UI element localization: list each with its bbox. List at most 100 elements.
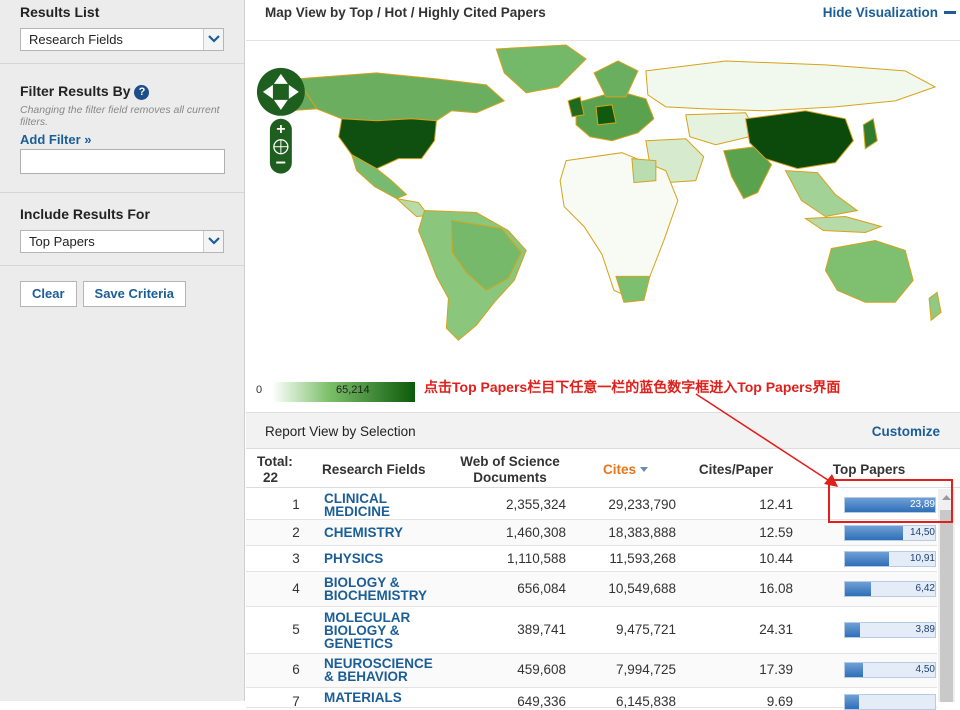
svg-text:+: + <box>276 121 285 138</box>
row-cites-per-paper: 16.08 <box>759 581 793 596</box>
table-row: 4 BIOLOGY & BIOCHEMISTRY 656,084 10,549,… <box>246 572 937 607</box>
map-region-japan <box>862 117 878 150</box>
top-papers-bar[interactable]: 6,42 <box>844 581 936 597</box>
filter-section: Filter Results By? Changing the filter f… <box>0 64 244 193</box>
table-row: 7 MATERIALS 649,336 6,145,838 9.69 <box>246 688 937 710</box>
include-title: Include Results For <box>20 206 150 222</box>
field-header[interactable]: Research Fields <box>322 462 442 478</box>
docs-header[interactable]: Web of Science Documents <box>450 454 570 486</box>
cites-header-label: Cites <box>602 462 636 477</box>
filter-note: Changing the filter field removes all cu… <box>20 103 220 128</box>
results-list-section: Results List Research Fields <box>0 0 244 64</box>
row-field-link[interactable]: CHEMISTRY <box>324 526 444 540</box>
filter-title: Filter Results By? <box>20 83 224 100</box>
sidebar: Results List Research Fields Filter Resu… <box>0 0 245 701</box>
map-region-egypt <box>631 158 657 184</box>
filter-title-text: Filter Results By <box>20 83 131 99</box>
chevron-down-icon <box>203 29 223 50</box>
row-field-link[interactable]: PHYSICS <box>324 552 444 566</box>
world-map[interactable]: + − <box>246 40 960 410</box>
row-rank: 4 <box>292 581 300 596</box>
row-docs: 649,336 <box>517 694 566 709</box>
row-cites: 6,145,838 <box>615 694 676 709</box>
row-cites-per-paper: 12.41 <box>759 497 793 512</box>
total-label: Total: <box>257 454 293 469</box>
include-select[interactable]: Top Papers <box>20 230 224 253</box>
help-icon[interactable]: ? <box>134 84 150 100</box>
cites-header[interactable]: Cites <box>596 462 656 478</box>
sort-desc-icon <box>640 467 648 472</box>
report-section: Report View by Selection Customize Total… <box>246 412 960 710</box>
row-rank: 7 <box>292 694 300 709</box>
row-cites-per-paper: 9.69 <box>766 694 793 709</box>
row-docs: 1,110,588 <box>506 551 566 566</box>
map-region-uk <box>567 96 585 118</box>
row-cites: 29,233,790 <box>608 497 676 512</box>
map-header: Map View by Top / Hot / Highly Cited Pap… <box>246 0 960 40</box>
map-title: Map View by Top / Hot / Highly Cited Pap… <box>265 5 546 20</box>
annotation-arrow <box>695 393 838 487</box>
map-region-canada <box>295 72 506 122</box>
row-cites-per-paper: 10.44 <box>759 551 793 566</box>
row-cites: 7,994,725 <box>615 662 676 677</box>
row-cites-per-paper: 24.31 <box>759 622 793 637</box>
row-docs: 1,460,308 <box>505 525 566 540</box>
hide-visualization-link[interactable]: Hide Visualization <box>823 5 938 20</box>
top-papers-bar[interactable]: 3,89 <box>844 622 936 638</box>
row-cites-per-paper: 17.39 <box>759 662 793 677</box>
main-panel: Map View by Top / Hot / Highly Cited Pap… <box>246 0 960 710</box>
top-papers-bar[interactable] <box>844 694 936 710</box>
row-field-link[interactable]: NEUROSCIENCE & BEHAVIOR <box>324 657 444 684</box>
row-docs: 459,608 <box>517 662 566 677</box>
row-rank: 3 <box>292 551 300 566</box>
minus-icon[interactable] <box>944 11 956 14</box>
map-zoom-control: + − <box>269 118 292 174</box>
map-legend: 0 65,214 <box>256 382 415 402</box>
row-cites: 9,475,721 <box>615 622 676 637</box>
row-docs: 389,741 <box>517 622 566 637</box>
map-region-new-zealand <box>928 291 942 322</box>
row-cites-per-paper: 12.59 <box>759 525 793 540</box>
top-papers-value: 10,91 <box>909 553 935 564</box>
top-papers-bar[interactable]: 4,50 <box>844 662 936 678</box>
top-papers-bar-fill <box>845 623 861 637</box>
map-region-greenland <box>495 44 587 94</box>
row-field-link[interactable]: MOLECULAR BIOLOGY & GENETICS <box>324 611 444 651</box>
report-header: Report View by Selection Customize <box>246 413 960 449</box>
legend-max-label: 65,214 <box>336 384 370 396</box>
row-rank: 6 <box>292 662 300 677</box>
map-region-south-africa <box>615 275 651 303</box>
filter-input[interactable] <box>20 148 225 174</box>
row-docs: 2,355,324 <box>505 497 566 512</box>
top-papers-value: 4,50 <box>915 664 935 675</box>
results-list-select[interactable]: Research Fields <box>20 28 224 51</box>
include-section: Include Results For Top Papers <box>0 193 244 266</box>
results-list-title: Results List <box>20 4 100 20</box>
map-region-indonesia <box>803 216 883 233</box>
scroll-thumb[interactable] <box>940 510 953 702</box>
top-papers-bar-fill <box>845 582 872 596</box>
map-region-southeast-asia <box>784 170 859 218</box>
top-papers-bar[interactable]: 14,50 <box>844 525 936 541</box>
row-cites: 11,593,268 <box>609 551 676 566</box>
top-papers-value: 6,42 <box>915 583 935 594</box>
top-papers-bar-fill <box>845 552 890 566</box>
report-title: Report View by Selection <box>265 424 416 439</box>
row-rank: 1 <box>292 497 300 512</box>
table-row: 3 PHYSICS 1,110,588 11,593,268 10.44 10,… <box>246 546 937 572</box>
customize-link[interactable]: Customize <box>872 424 940 439</box>
add-filter-link[interactable]: Add Filter » <box>20 132 224 147</box>
map-region-scandinavia <box>593 60 639 98</box>
row-rank: 5 <box>292 622 300 637</box>
table-row: 2 CHEMISTRY 1,460,308 18,383,888 12.59 1… <box>246 520 937 546</box>
row-field-link[interactable]: MATERIALS <box>324 691 444 705</box>
save-criteria-button[interactable]: Save Criteria <box>82 281 187 307</box>
clear-button[interactable]: Clear <box>20 281 77 307</box>
map-pan-control <box>256 67 305 116</box>
top-papers-bar[interactable]: 10,91 <box>844 551 936 567</box>
row-field-link[interactable]: CLINICAL MEDICINE <box>324 492 444 519</box>
map-region-australia <box>824 239 914 303</box>
top-papers-bar-fill <box>845 663 863 677</box>
row-field-link[interactable]: BIOLOGY & BIOCHEMISTRY <box>324 576 444 603</box>
results-list-select-value: Research Fields <box>29 32 123 47</box>
